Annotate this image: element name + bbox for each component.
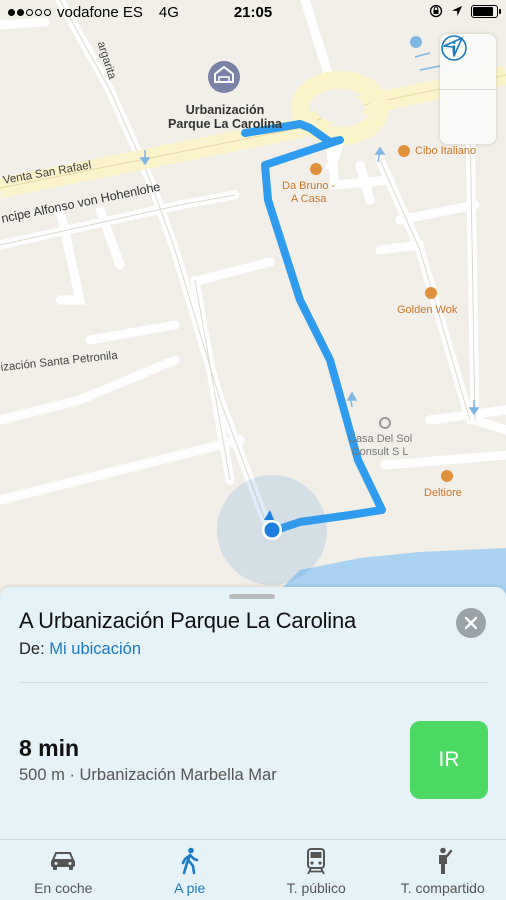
map-view[interactable]: Venta San Rafael ncipe Alfonso von Hohen… [0, 0, 506, 600]
orientation-lock-icon [429, 4, 443, 18]
walk-icon [181, 847, 199, 875]
poi-label[interactable]: Da Bruno - A Casa [282, 180, 335, 206]
tab-walking[interactable]: A pie [127, 840, 254, 900]
map-canvas [0, 0, 506, 600]
close-icon [464, 616, 478, 630]
poi-label[interactable]: Cibo Italiano [415, 145, 476, 158]
status-bar: vodafone ES 4G 21:05 [0, 0, 506, 26]
location-services-icon [452, 6, 462, 16]
close-button[interactable] [456, 608, 486, 638]
poi-label[interactable]: Deltiore [424, 487, 462, 500]
origin-label: De: [19, 640, 45, 658]
tab-label: T. compartido [400, 880, 485, 896]
tab-label: A pie [174, 880, 206, 896]
rideshare-icon [438, 847, 452, 874]
battery-icon [471, 4, 501, 18]
car-icon [51, 852, 76, 870]
divider [19, 682, 487, 683]
destination-label[interactable]: Urbanización Parque La Carolina [168, 103, 282, 131]
tab-transit[interactable]: T. público [253, 840, 380, 900]
tab-rideshare[interactable]: T. compartido [380, 840, 506, 900]
tab-label: En coche [34, 880, 93, 896]
location-arrow-icon [443, 37, 463, 57]
go-button[interactable]: IR [410, 721, 488, 799]
map-controls [440, 34, 496, 144]
origin-row: De: Mi ubicación [19, 640, 141, 659]
drag-handle[interactable] [229, 594, 275, 599]
tab-driving[interactable]: En coche [0, 840, 127, 900]
directions-title: A Urbanización Parque La Carolina [19, 608, 357, 633]
poi-label[interactable]: Golden Wok [397, 304, 457, 317]
tracking-button[interactable] [440, 37, 496, 144]
origin-link[interactable]: Mi ubicación [49, 640, 141, 658]
tab-label: T. público [286, 880, 346, 896]
transport-tab-bar: En coche A pie T. público T. compartido [0, 839, 506, 900]
poi-label[interactable]: Casa Del Sol Consult S L [348, 433, 412, 459]
train-icon [307, 848, 326, 875]
route-duration: 8 min [19, 735, 80, 761]
route-detail: 500 m · Urbanización Marbella Mar [19, 766, 277, 784]
